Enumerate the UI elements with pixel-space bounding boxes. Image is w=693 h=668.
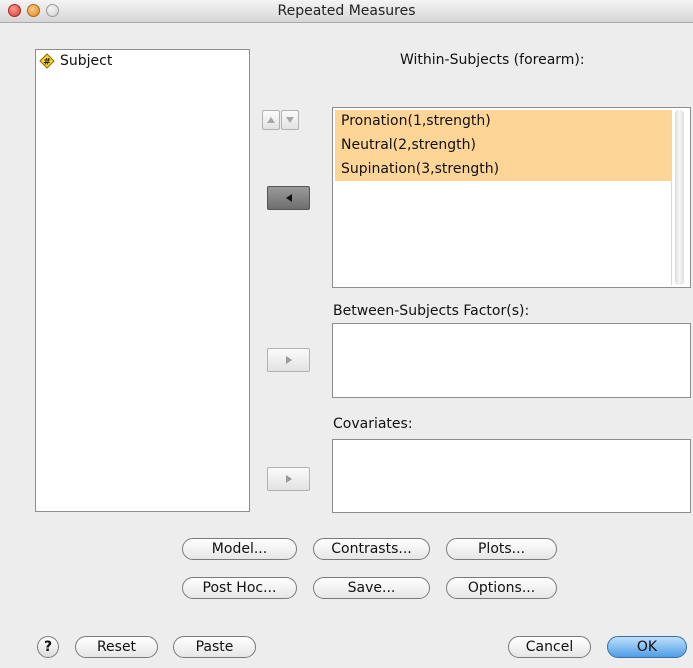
move-right-covariates-button[interactable] xyxy=(267,467,310,491)
reset-button[interactable]: Reset xyxy=(75,636,158,658)
paste-button[interactable]: Paste xyxy=(173,636,256,658)
plots-button[interactable]: Plots... xyxy=(446,538,557,560)
contrasts-button[interactable]: Contrasts... xyxy=(313,538,430,560)
window-title: Repeated Measures xyxy=(277,3,416,19)
options-button[interactable]: Options... xyxy=(446,577,557,599)
covariates-list[interactable] xyxy=(332,439,691,513)
cancel-button[interactable]: Cancel xyxy=(508,636,591,658)
list-item-subject[interactable]: Subject xyxy=(60,53,112,69)
ok-button[interactable]: OK xyxy=(607,636,687,658)
between-subjects-list[interactable] xyxy=(332,323,691,398)
move-left-button[interactable] xyxy=(267,186,310,210)
covariates-label: Covariates: xyxy=(333,416,413,432)
model-button[interactable]: Model... xyxy=(182,538,297,560)
within-item-pronation[interactable]: Pronation(1,strength) xyxy=(335,110,671,134)
scale-variable-icon: # xyxy=(39,53,55,69)
svg-text:#: # xyxy=(43,58,51,68)
triangle-right-icon xyxy=(285,475,292,483)
within-item-neutral[interactable]: Neutral(2,strength) xyxy=(335,134,671,158)
move-right-between-button[interactable] xyxy=(267,348,310,372)
triangle-right-icon xyxy=(285,356,292,364)
triangle-up-icon xyxy=(267,117,275,123)
scrollbar-track xyxy=(675,110,684,285)
within-subjects-label: Within-Subjects (forearm): xyxy=(400,52,585,68)
title-bar: Repeated Measures xyxy=(0,0,693,23)
post-hoc-button[interactable]: Post Hoc... xyxy=(182,577,297,599)
save-button[interactable]: Save... xyxy=(313,577,430,599)
between-subjects-label: Between-Subjects Factor(s): xyxy=(333,303,530,319)
help-button[interactable]: ? xyxy=(37,636,59,658)
help-icon: ? xyxy=(43,639,53,655)
source-variable-list[interactable]: # Subject xyxy=(35,49,250,512)
move-down-button[interactable] xyxy=(281,110,299,130)
triangle-left-icon xyxy=(285,194,292,202)
triangle-down-icon xyxy=(286,117,294,123)
within-item-supination[interactable]: Supination(3,strength) xyxy=(335,158,671,181)
move-up-button[interactable] xyxy=(262,110,280,130)
vertical-scrollbar[interactable] xyxy=(671,110,688,285)
within-subjects-list[interactable]: Pronation(1,strength) Neutral(2,strength… xyxy=(332,107,691,288)
